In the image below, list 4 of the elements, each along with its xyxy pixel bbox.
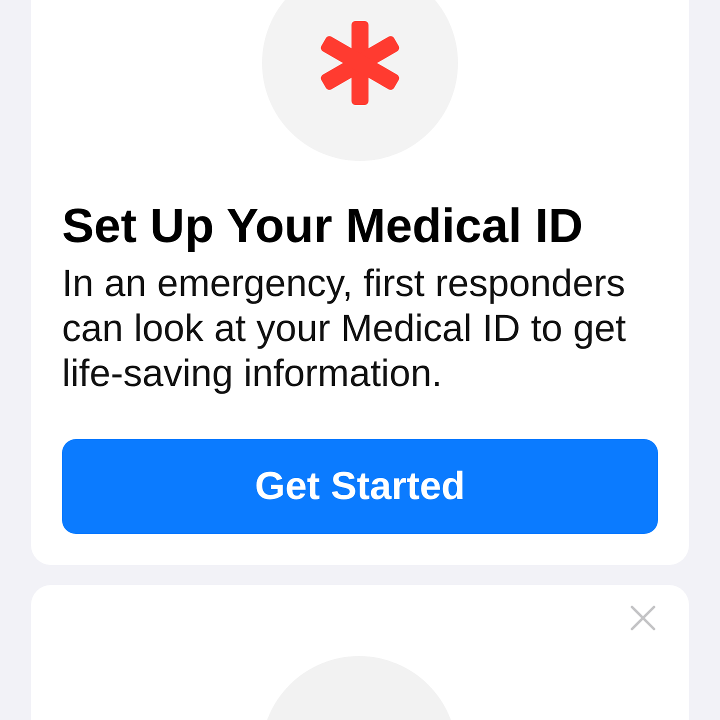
get-started-button[interactable]: Get Started bbox=[62, 439, 658, 534]
card-title: Set Up Your Medical ID bbox=[62, 201, 584, 253]
close-icon[interactable] bbox=[630, 605, 656, 631]
card-description: In an emergency, first responders can look at your Medical ID to get life-saving information. bbox=[62, 262, 627, 397]
